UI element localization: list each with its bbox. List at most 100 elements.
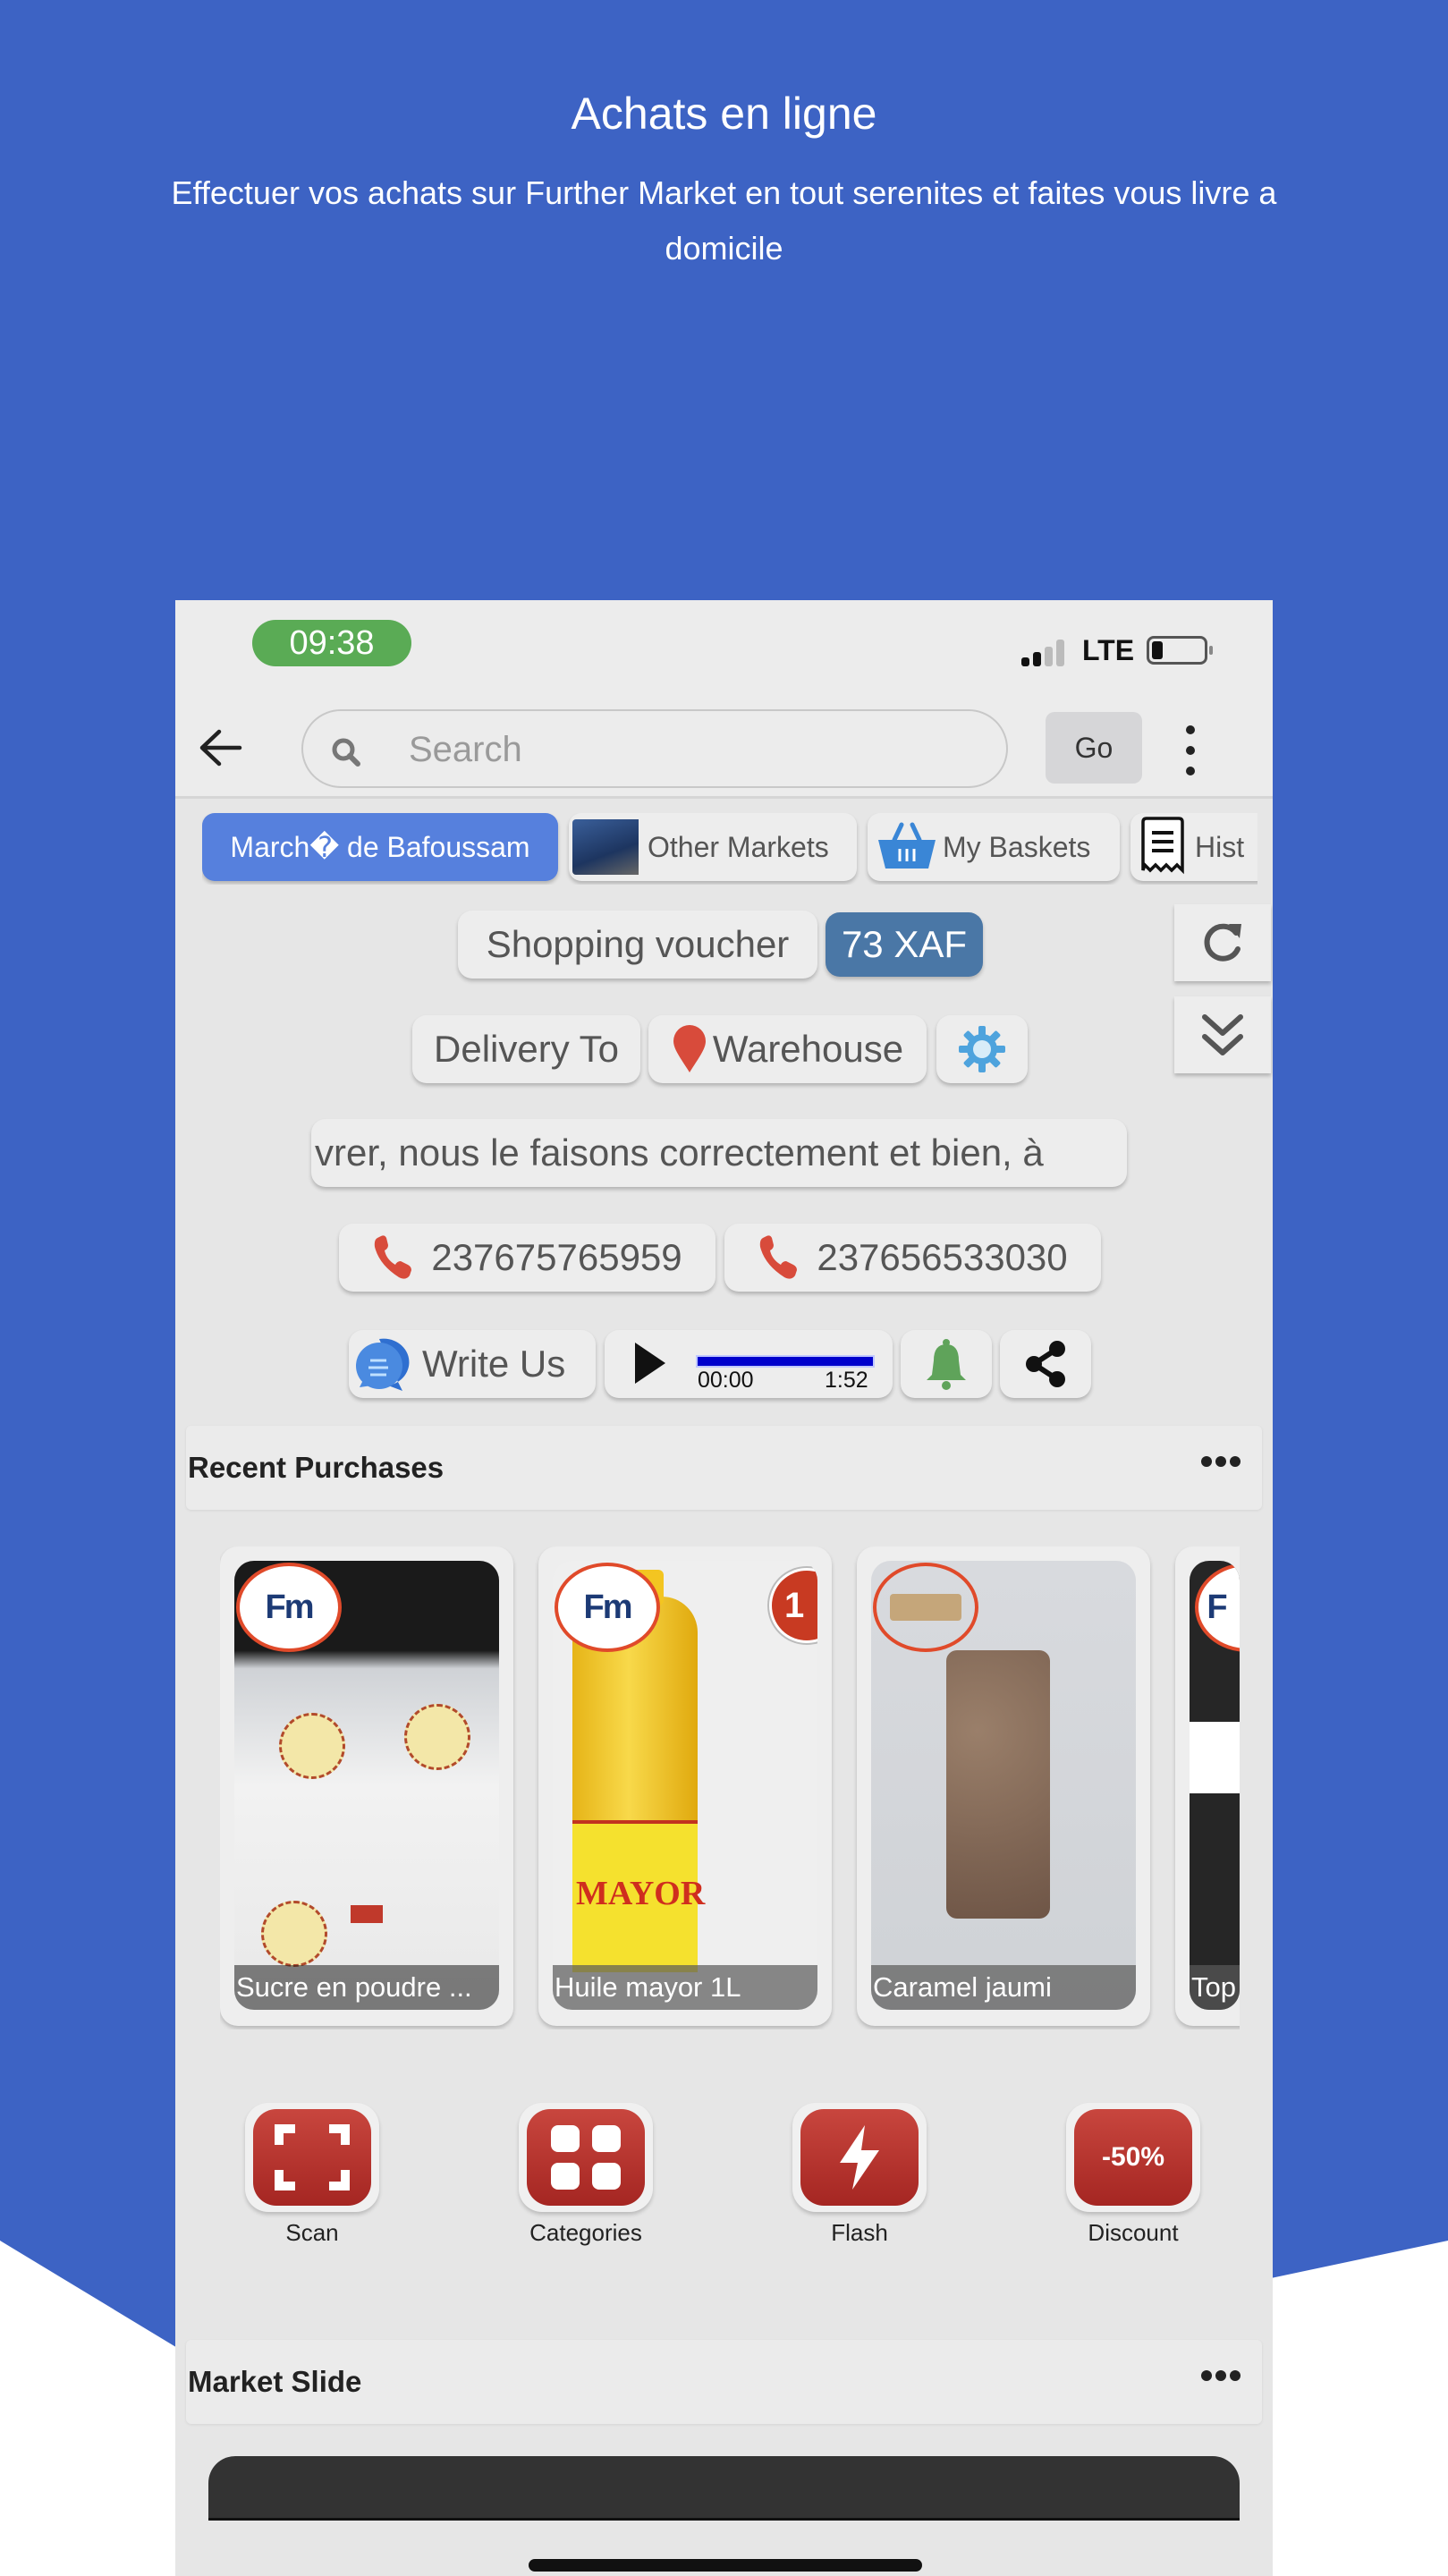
discount-icon: -50% (1074, 2109, 1192, 2206)
phone-icon (375, 1235, 412, 1279)
write-us-button[interactable]: Write Us (349, 1330, 596, 1398)
action-tile (792, 2103, 927, 2212)
discount-action[interactable]: -50% Discount (1062, 2103, 1205, 2247)
delivery-settings-button[interactable] (936, 1015, 1028, 1083)
delivery-location-button[interactable]: Warehouse (648, 1015, 927, 1083)
chip-current-market[interactable]: March� de Bafoussam (202, 813, 558, 881)
chip-label: Other Markets (648, 830, 829, 863)
store-logo: F (1195, 1563, 1240, 1652)
product-image: MAYOR Fm 1 Huile mayor 1L (553, 1561, 817, 2010)
voucher-value[interactable]: 73 XAF (826, 912, 983, 977)
product-image: Caramel jaumi (871, 1561, 1136, 2010)
discount-icon-text: -50% (1101, 2142, 1165, 2172)
product-name: Caramel jaumi (871, 1965, 1136, 2010)
share-icon (1026, 1341, 1065, 1387)
promo-subtitle: Effectuer vos achats sur Further Market … (171, 174, 1277, 267)
announcement-ticker: vrer, nous le faisons correctement et bi… (311, 1119, 1127, 1187)
section-title: Recent Purchases (188, 1451, 445, 1484)
scan-icon (253, 2109, 371, 2206)
store-logo (873, 1563, 978, 1652)
voucher-value-text: 73 XAF (841, 923, 968, 965)
phone-number-text: 237675765959 (431, 1236, 682, 1278)
chip-history[interactable]: Hist (1130, 813, 1257, 881)
arrow-left-icon (199, 729, 242, 767)
phone-icon (760, 1235, 798, 1279)
product-card[interactable]: MAYOR Fm 1 Huile mayor 1L (538, 1546, 832, 2026)
flash-action[interactable]: Flash (788, 2103, 931, 2247)
more-horizontal-icon[interactable] (1201, 1456, 1241, 1467)
categories-action[interactable]: Categories (514, 2103, 657, 2247)
market-slide-banner[interactable] (208, 2456, 1240, 2521)
scan-action[interactable]: Scan (241, 2103, 384, 2247)
chip-label: March� de Bafoussam (230, 831, 530, 863)
share-button[interactable] (1000, 1330, 1091, 1398)
basket-icon (878, 822, 936, 869)
store-logo: Fm (236, 1563, 342, 1652)
delivery-label-text: Delivery To (434, 1028, 619, 1070)
more-horizontal-icon[interactable] (1201, 2370, 1241, 2381)
chip-my-baskets[interactable]: My Baskets (868, 813, 1120, 881)
product-card[interactable]: Caramel jaumi (857, 1546, 1150, 2026)
network-type: LTE (1082, 634, 1135, 666)
product-card[interactable]: F Top (1175, 1546, 1240, 2026)
audio-progress-bar[interactable] (698, 1357, 873, 1366)
phone-number-text: 237656533030 (817, 1236, 1068, 1278)
status-bar: 09:38 LTE (175, 600, 1273, 699)
go-button[interactable]: Go (1046, 712, 1142, 784)
product-card[interactable]: Fm Sucre en poudre ... (220, 1546, 513, 2026)
delivery-location-text: Warehouse (712, 1028, 904, 1070)
home-indicator[interactable] (529, 2559, 922, 2572)
product-thumbnail (890, 1594, 961, 1621)
market-chips: March� de Bafoussam Other Markets My Bas… (202, 813, 1257, 885)
chip-other-markets[interactable]: Other Markets (569, 813, 857, 881)
refresh-icon (1204, 923, 1241, 962)
action-label: Categories (529, 2219, 642, 2246)
receipt-icon (1141, 817, 1184, 875)
logo-text: Fm (265, 1588, 315, 1626)
phone-button-2[interactable]: 237656533030 (724, 1224, 1101, 1292)
signal-icon (1021, 640, 1071, 666)
back-button[interactable] (193, 721, 247, 775)
action-tile (519, 2103, 653, 2212)
section-title: Market Slide (188, 2365, 362, 2398)
logo-text: Fm (583, 1588, 633, 1626)
market-slide-header: Market Slide (186, 2340, 1262, 2424)
action-tile: -50% (1066, 2103, 1200, 2212)
audio-current-time: 00:00 (698, 1368, 754, 1393)
logo-text: F (1207, 1588, 1227, 1626)
audio-player: 00:00 1:52 (605, 1330, 893, 1398)
store-logo: Fm (555, 1563, 660, 1652)
action-label: Scan (285, 2219, 339, 2246)
phone-screen: 09:38 LTE Go March� de Bafoussa (175, 600, 1273, 2576)
quantity-badge: 1 (769, 1568, 817, 1643)
recent-purchases-header: Recent Purchases (186, 1426, 1262, 1510)
product-name: Sucre en poudre ... (234, 1965, 499, 2010)
expand-button[interactable] (1174, 996, 1271, 1073)
lightning-icon (800, 2109, 919, 2206)
play-icon[interactable] (631, 1341, 667, 1385)
search-icon (332, 738, 360, 767)
chat-bubble-icon (356, 1338, 410, 1391)
recent-purchases-carousel: Fm Sucre en poudre ... MAYOR Fm 1 Huile … (220, 1546, 1240, 2029)
search-input[interactable] (409, 724, 981, 775)
voucher-label-text: Shopping voucher (486, 923, 790, 965)
product-image: F Top (1190, 1561, 1240, 2010)
chip-label: My Baskets (943, 830, 1091, 863)
search-box (301, 709, 1008, 788)
action-label: Flash (831, 2219, 888, 2246)
grid-icon (527, 2109, 645, 2206)
notifications-button[interactable] (901, 1330, 992, 1398)
product-name: Huile mayor 1L (553, 1965, 817, 2010)
battery-icon (1147, 636, 1213, 665)
write-us-label: Write Us (422, 1343, 566, 1385)
promo-title: Achats en ligne (571, 89, 877, 139)
product-name: Top (1190, 1965, 1240, 2010)
refresh-button[interactable] (1174, 904, 1271, 981)
voucher-label: Shopping voucher (458, 911, 817, 979)
action-label: Discount (1088, 2219, 1179, 2246)
action-tile (245, 2103, 379, 2212)
status-time: 09:38 (252, 620, 411, 666)
more-vertical-icon[interactable] (1177, 725, 1204, 775)
phone-button-1[interactable]: 237675765959 (339, 1224, 716, 1292)
product-image: Fm Sucre en poudre ... (234, 1561, 499, 2010)
